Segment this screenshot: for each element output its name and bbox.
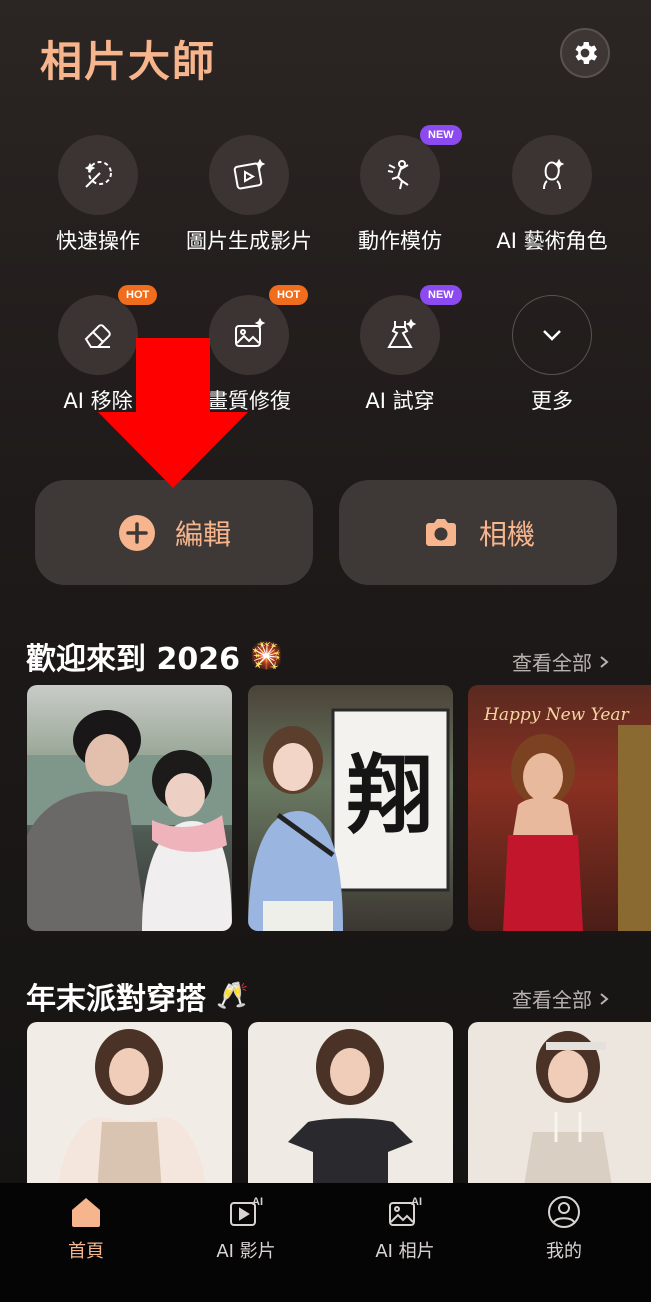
bottom-tab-bar: 首頁 AI AI 影片 AI AI 相片 我的: [0, 1183, 651, 1302]
outfit-photo: [57, 1029, 207, 1192]
dress-icon: [387, 318, 417, 348]
see-all-label: 查看全部: [512, 988, 592, 1012]
image-to-video-icon: [233, 158, 266, 190]
camera-button[interactable]: 相機: [339, 480, 617, 585]
tool-label: 動作模仿: [358, 229, 442, 253]
tool-label: 更多: [531, 389, 573, 413]
dance-figure-icon: [387, 160, 409, 190]
template-thumbnail[interactable]: [468, 1022, 651, 1192]
outfit-photo: [523, 1031, 613, 1192]
tool-label: 圖片生成影片: [186, 229, 312, 253]
fireworks-emoji: 🎇: [249, 641, 283, 671]
tab-profile[interactable]: 我的: [499, 1193, 629, 1263]
section-title-welcome: 歡迎來到 2026 🎇: [26, 634, 282, 678]
tab-label: 首頁: [68, 1241, 104, 1262]
svg-text:AI: AI: [252, 1196, 263, 1208]
template-thumbnail[interactable]: [248, 1022, 453, 1192]
gear-icon: [575, 42, 598, 64]
calligraphy-photo: 翔: [248, 708, 450, 931]
champagne-emoji: 🥂: [216, 981, 249, 1011]
section-title-text: 年末派對穿搭: [26, 982, 206, 1017]
red-arrow-annotation: [98, 338, 248, 488]
edit-label: 編輯: [174, 517, 231, 551]
template-thumbnail[interactable]: Happy New Year: [468, 685, 651, 931]
tool-label: 快速操作: [56, 229, 140, 253]
couple-photo: [27, 710, 232, 931]
hot-badge: HOT: [269, 285, 309, 305]
tab-label: AI 影片: [216, 1241, 276, 1262]
tab-label: AI 相片: [375, 1241, 435, 1262]
app-title: 相片大師: [40, 37, 217, 86]
portrait-sparkle-icon: [543, 158, 565, 190]
outfit-photo: [288, 1029, 413, 1192]
tool-motion-mimic[interactable]: NEW 動作模仿: [325, 125, 475, 255]
see-all-label: 查看全部: [512, 651, 592, 675]
camera-label: 相機: [478, 517, 535, 551]
new-badge: NEW: [420, 125, 462, 145]
profile-icon: [548, 1196, 580, 1228]
ai-video-icon: AI: [230, 1196, 263, 1226]
settings-button[interactable]: [560, 28, 610, 78]
tab-label: 我的: [546, 1241, 582, 1262]
see-all-link-welcome[interactable]: 查看全部: [512, 647, 610, 676]
calligraphy-character: 翔: [347, 745, 433, 846]
home-icon: [72, 1198, 100, 1227]
tool-image-to-video[interactable]: 圖片生成影片: [174, 135, 324, 255]
tool-more[interactable]: 更多: [477, 295, 627, 415]
magic-wand-icon: [84, 161, 112, 188]
ai-photo-icon: AI: [389, 1196, 422, 1226]
chevron-right-icon: [600, 655, 609, 668]
tool-label: AI 藝術角色: [496, 229, 608, 253]
chevron-down-icon: [543, 330, 561, 341]
section-title-party-outfits: 年末派對穿搭 🥂: [26, 974, 248, 1018]
tool-ai-try-on[interactable]: NEW AI 試穿: [325, 285, 475, 415]
template-thumbnail[interactable]: [27, 1022, 232, 1192]
plus-circle-icon: [118, 514, 155, 551]
tool-label: AI 試穿: [365, 389, 435, 413]
template-thumbnail[interactable]: 翔: [248, 685, 453, 931]
template-thumbnail[interactable]: [27, 685, 232, 931]
hot-badge: HOT: [118, 285, 158, 305]
new-year-photo: Happy New Year: [483, 705, 651, 931]
tool-ai-art-character[interactable]: AI 藝術角色: [477, 135, 627, 255]
tab-home[interactable]: 首頁: [21, 1193, 151, 1263]
svg-text:AI: AI: [411, 1196, 422, 1208]
tab-ai-photo[interactable]: AI AI 相片: [340, 1193, 470, 1263]
see-all-link-party-outfits[interactable]: 查看全部: [512, 984, 610, 1013]
edit-button[interactable]: 編輯: [35, 480, 313, 585]
new-badge: NEW: [420, 285, 462, 305]
tool-quick-actions[interactable]: 快速操作: [23, 135, 173, 255]
section-title-text: 歡迎來到 2026: [26, 642, 240, 677]
camera-icon: [425, 518, 456, 546]
chevron-right-icon: [600, 992, 609, 1005]
happy-new-year-text: Happy New Year: [483, 705, 630, 725]
tab-ai-video[interactable]: AI AI 影片: [181, 1193, 311, 1263]
